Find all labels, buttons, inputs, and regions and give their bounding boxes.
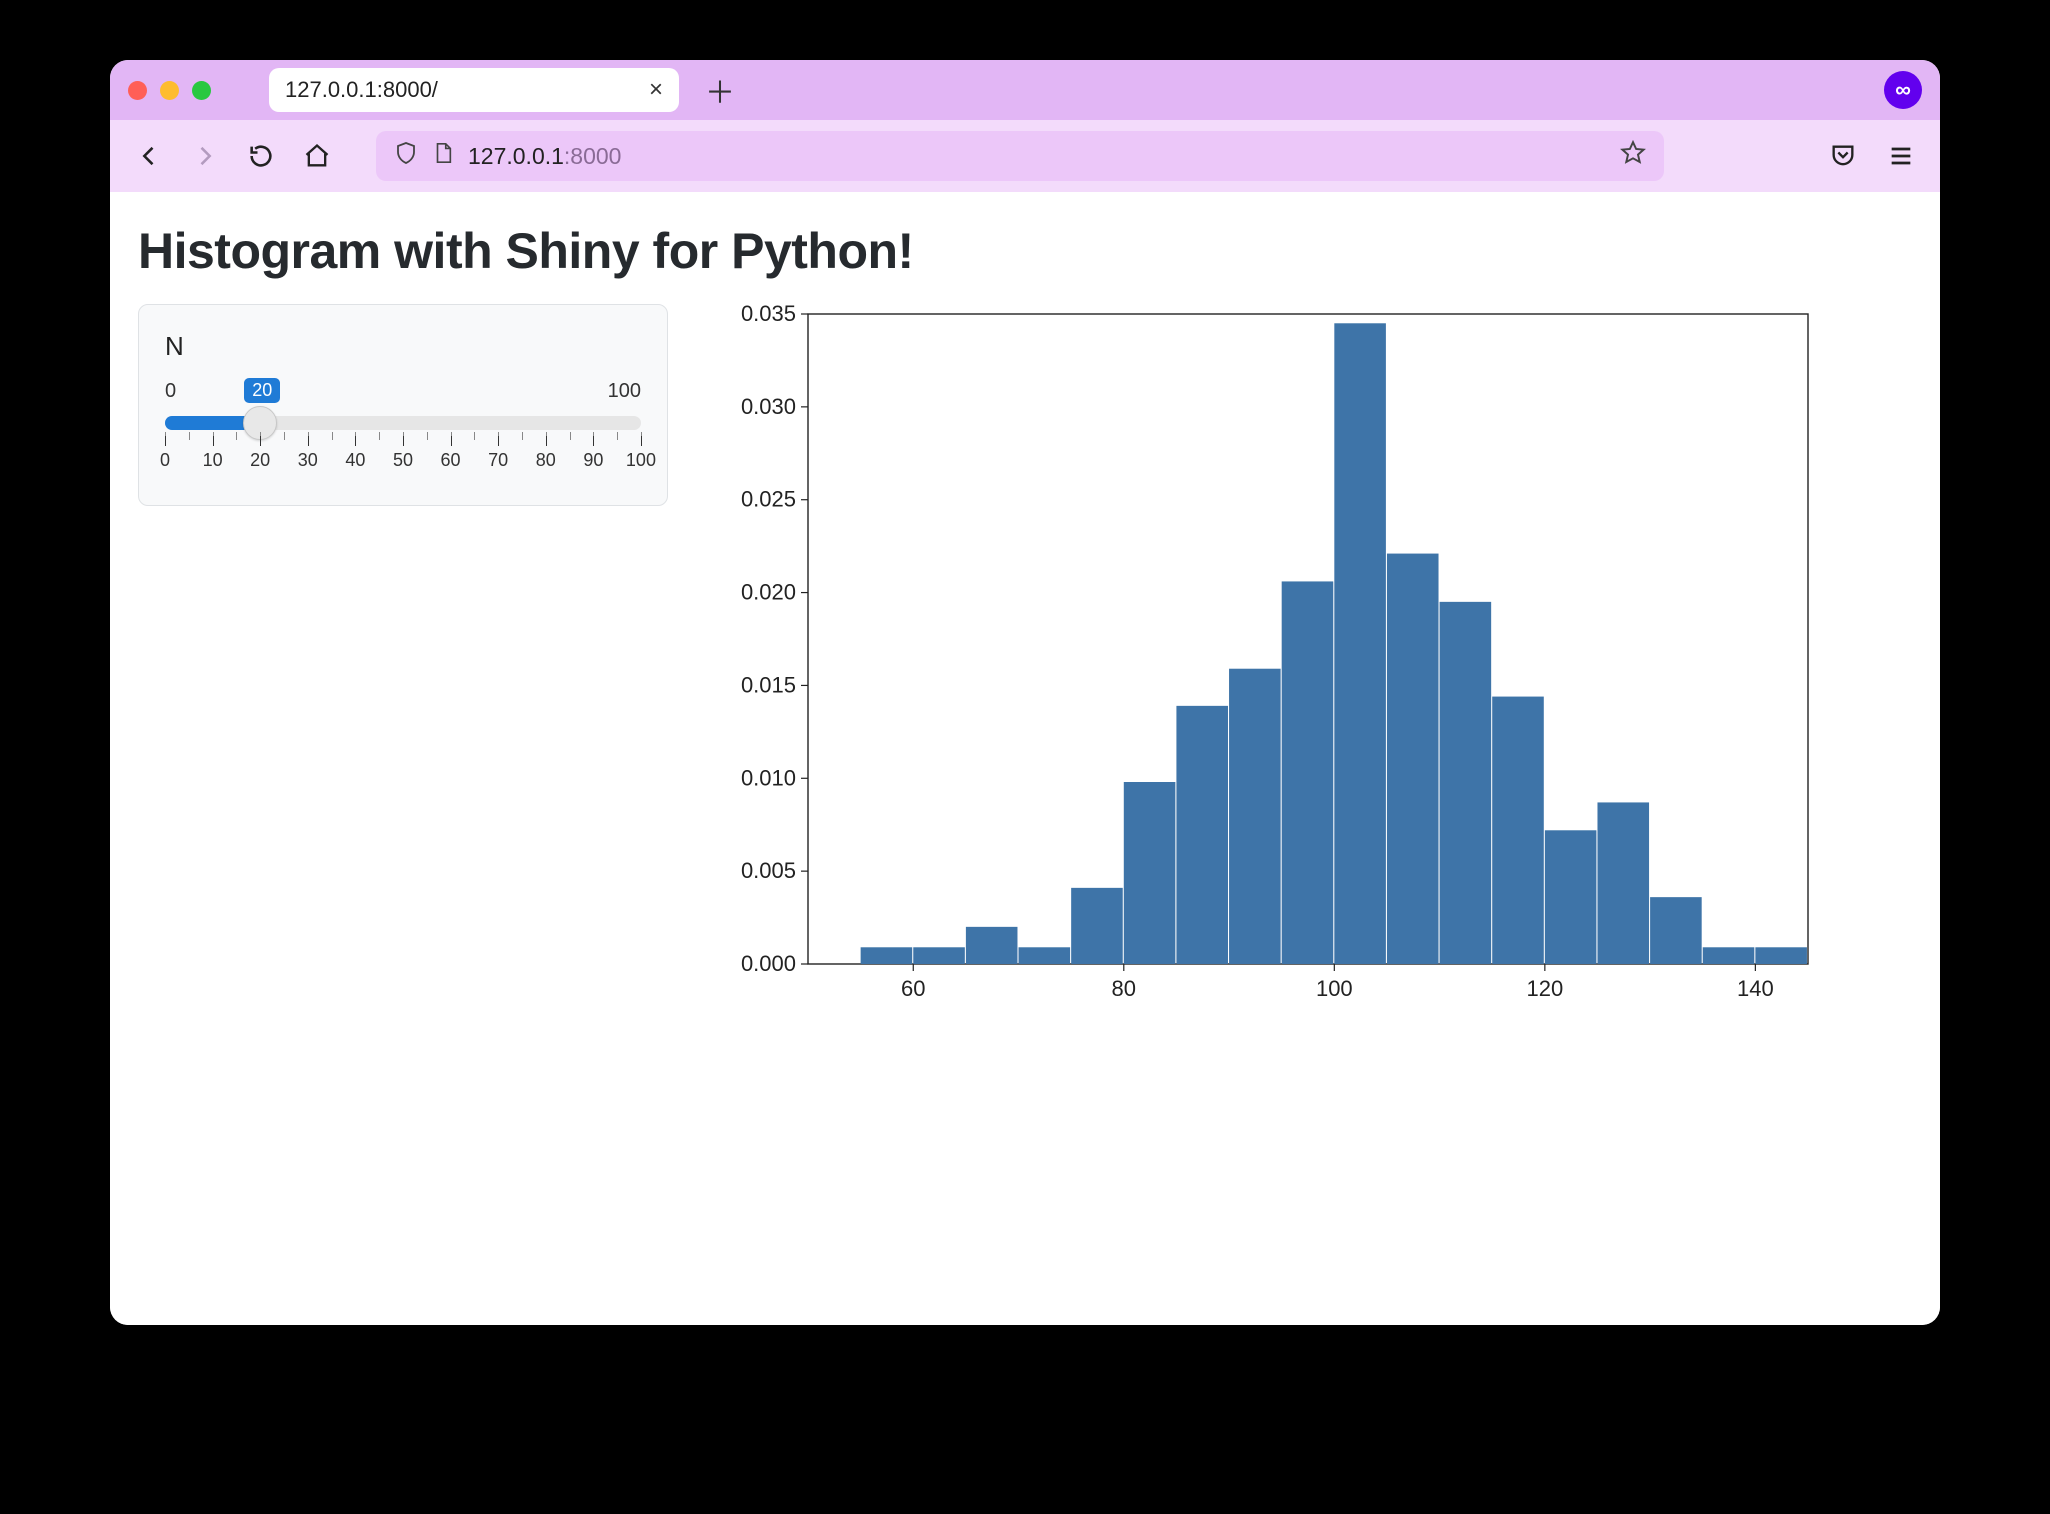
menu-button[interactable] <box>1884 139 1918 173</box>
svg-text:140: 140 <box>1737 976 1774 1001</box>
slider-max: 100 <box>608 380 641 406</box>
slider-value-bubble: 20 <box>244 378 280 403</box>
tab-strip: 127.0.0.1:8000/ × ＋ ∞ <box>110 60 1940 120</box>
pocket-icon[interactable] <box>1826 139 1860 173</box>
page-content: Histogram with Shiny for Python! N 0 20 … <box>110 192 1940 1325</box>
svg-text:0.030: 0.030 <box>741 394 796 419</box>
slider-track[interactable] <box>165 416 641 430</box>
back-button[interactable] <box>132 139 166 173</box>
close-window-button[interactable] <box>128 81 147 100</box>
maximize-window-button[interactable] <box>192 81 211 100</box>
histogram-plot: 0.000 0.005 0.010 0.015 0.020 0.025 0.030 0.035… <box>708 304 1912 1029</box>
minimize-window-button[interactable] <box>160 81 179 100</box>
svg-text:0.035: 0.035 <box>741 304 796 326</box>
svg-text:0.015: 0.015 <box>741 672 796 697</box>
slider-label: N <box>165 331 641 362</box>
reload-button[interactable] <box>244 139 278 173</box>
url-text: 127.0.0.1:8000 <box>468 143 1606 170</box>
svg-text:0.005: 0.005 <box>741 858 796 883</box>
page-title: Histogram with Shiny for Python! <box>138 222 1912 280</box>
svg-text:0.010: 0.010 <box>741 765 796 790</box>
tab-title: 127.0.0.1:8000/ <box>285 77 637 103</box>
sidebar-panel: N 0 20 100 0102030405060708090100 <box>138 304 668 506</box>
new-tab-button[interactable]: ＋ <box>697 68 743 112</box>
browser-tab[interactable]: 127.0.0.1:8000/ × <box>269 68 679 112</box>
home-button[interactable] <box>300 139 334 173</box>
svg-text:80: 80 <box>1112 976 1136 1001</box>
svg-text:0.020: 0.020 <box>741 580 796 605</box>
page-icon <box>432 142 454 170</box>
svg-text:0.025: 0.025 <box>741 487 796 512</box>
close-tab-icon[interactable]: × <box>649 76 663 104</box>
svg-text:0.000: 0.000 <box>741 951 796 976</box>
slider-extent: 0 20 100 <box>165 380 641 406</box>
shield-icon[interactable] <box>394 141 418 171</box>
browser-window: 127.0.0.1:8000/ × ＋ ∞ 127.0.0.1: <box>110 60 1940 1325</box>
extension-icon[interactable]: ∞ <box>1884 71 1922 109</box>
slider-ticks: 0102030405060708090100 <box>165 450 641 471</box>
toolbar-right <box>1826 139 1918 173</box>
forward-button[interactable] <box>188 139 222 173</box>
bookmark-icon[interactable] <box>1620 140 1646 172</box>
svg-text:60: 60 <box>901 976 925 1001</box>
address-bar[interactable]: 127.0.0.1:8000 <box>376 131 1664 181</box>
slider-min: 0 <box>165 380 176 406</box>
toolbar: 127.0.0.1:8000 <box>110 120 1940 192</box>
svg-text:100: 100 <box>1316 976 1353 1001</box>
window-controls <box>128 81 211 100</box>
svg-text:120: 120 <box>1526 976 1563 1001</box>
